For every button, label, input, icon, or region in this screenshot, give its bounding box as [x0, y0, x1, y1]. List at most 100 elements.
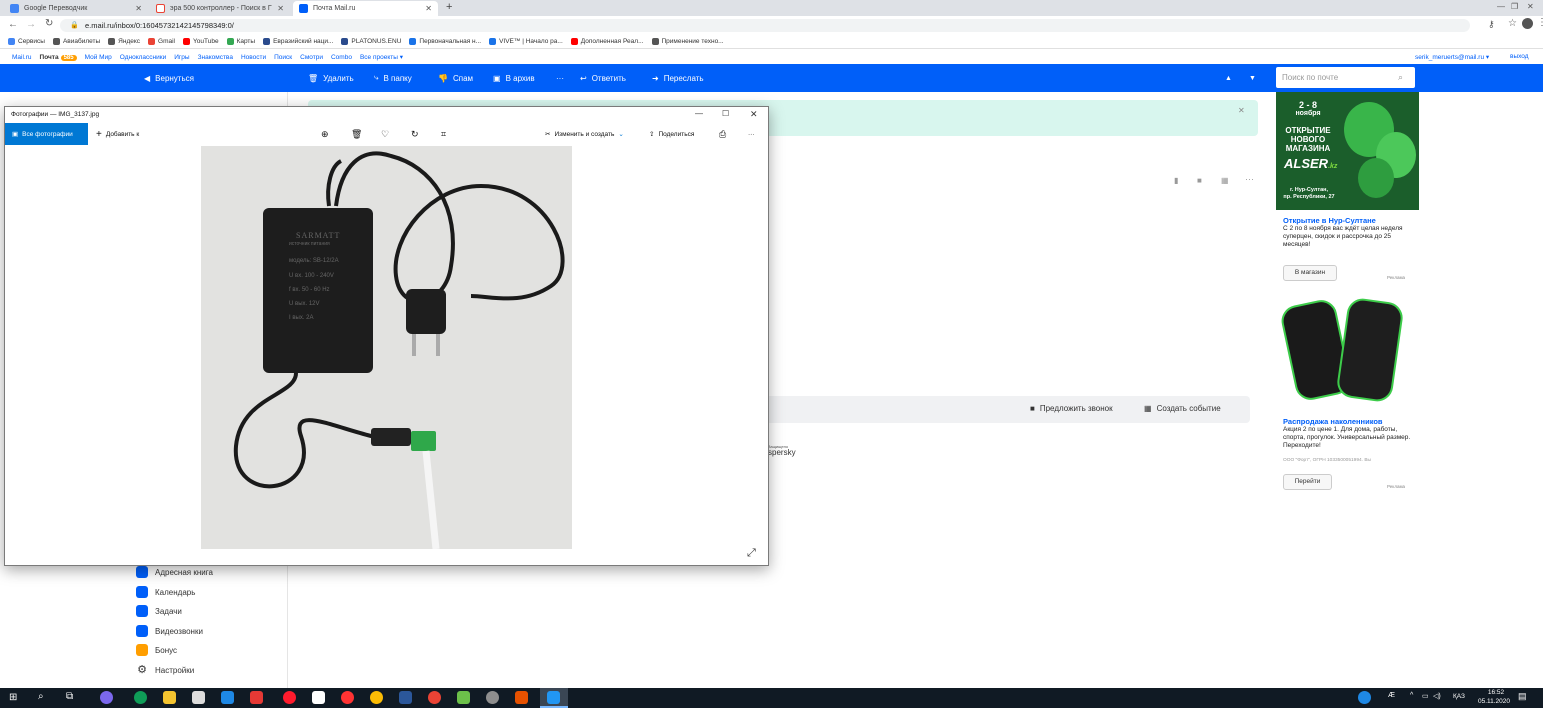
bookmark-item[interactable]: Дополненная Реал...: [570, 38, 644, 45]
app3-icon[interactable]: [486, 691, 499, 704]
delete-photo-button[interactable]: 🗑: [351, 123, 362, 145]
forward-arrow-icon[interactable]: →: [26, 19, 36, 30]
bookmark-item[interactable]: Яндекс: [108, 38, 140, 45]
restore-icon[interactable]: ❐: [1511, 2, 1518, 11]
task-view-icon[interactable]: ⧉: [66, 691, 73, 702]
clock-time[interactable]: 16:52: [1478, 689, 1514, 696]
tray-chevron-icon[interactable]: ^: [1410, 692, 1413, 699]
bookmark-item[interactable]: Применение техно...: [651, 38, 724, 45]
menu-kebab-icon[interactable]: ⋮: [1537, 17, 1543, 28]
word-icon[interactable]: [399, 691, 412, 704]
bookmark-item[interactable]: PLATONUS.ENU: [341, 38, 401, 45]
create-event-button[interactable]: ▦ Создать событие: [1144, 404, 1221, 413]
share-button[interactable]: ⇪ Поделиться: [649, 123, 694, 145]
profile-icon[interactable]: [1522, 18, 1533, 29]
ad1-shop-button[interactable]: В магазин: [1283, 265, 1337, 281]
zoom-button[interactable]: ⊕: [321, 123, 329, 145]
sidebar-item-video-calls[interactable]: Видеозвонки: [136, 625, 203, 637]
ad2-go-button[interactable]: Перейти: [1283, 474, 1332, 490]
tab-mail[interactable]: Почта Mail.ru ✕: [293, 1, 438, 16]
clock-date[interactable]: 05.11.2020: [1474, 698, 1514, 705]
language-indicator[interactable]: ҚАЗ: [1453, 693, 1465, 700]
spam-button[interactable]: 👎 Спам: [438, 64, 473, 92]
all-photos-button[interactable]: ▣ Все фотографии: [5, 123, 88, 145]
bookmark-item[interactable]: Gmail: [148, 38, 175, 45]
network-icon[interactable]: ▭: [1422, 692, 1429, 700]
logout-link[interactable]: выход: [1510, 53, 1529, 60]
bookmark-item[interactable]: Карты: [226, 38, 255, 45]
portal-link-mail[interactable]: Почта 585: [40, 54, 77, 61]
prev-letter-button[interactable]: ▲: [1225, 64, 1232, 92]
archive-button[interactable]: ▣ В архив: [493, 64, 535, 92]
portal-link-ok[interactable]: Одноклассники: [120, 54, 166, 61]
bookmark-icon[interactable]: ▮: [1174, 176, 1178, 185]
user-email-link[interactable]: serik_meruerts@mail.ru ▾: [1415, 53, 1489, 61]
close-icon[interactable]: ✕: [1238, 106, 1245, 115]
sidebar-item-settings[interactable]: ⚙ Настройки: [136, 664, 194, 676]
yandex-icon[interactable]: [341, 691, 354, 704]
opera-icon[interactable]: [283, 691, 296, 704]
portal-link-myworld[interactable]: Мой Мир: [85, 54, 112, 61]
portal-link-combo[interactable]: Combo: [331, 54, 352, 61]
edge-icon[interactable]: [134, 691, 147, 704]
mail-icon[interactable]: [221, 691, 234, 704]
add-to-button[interactable]: + Добавить к: [96, 123, 139, 145]
search-icon[interactable]: ⌕: [1398, 72, 1403, 83]
close-icon[interactable]: ✕: [135, 4, 142, 13]
portal-link-games[interactable]: Игры: [174, 54, 189, 61]
new-tab-button[interactable]: +: [446, 1, 452, 13]
people-icon[interactable]: Ӕ: [1388, 692, 1395, 699]
back-button[interactable]: ◀ Вернуться: [144, 64, 194, 92]
portal-link-all-projects[interactable]: Все проекты ▾: [360, 53, 403, 61]
notepad-icon[interactable]: [312, 691, 325, 704]
photos-icon[interactable]: [547, 691, 560, 704]
teams-icon[interactable]: [100, 691, 113, 704]
help-icon[interactable]: [1358, 691, 1371, 704]
minimize-icon[interactable]: —: [1497, 2, 1505, 11]
volume-icon[interactable]: ◁): [1433, 692, 1441, 700]
portal-link-dating[interactable]: Знакомства: [198, 54, 233, 61]
start-icon[interactable]: ⊞: [9, 692, 17, 703]
portal-link-news[interactable]: Новости: [241, 54, 266, 61]
portal-link-search[interactable]: Поиск: [274, 54, 292, 61]
sidebar-item-bonus[interactable]: Бонус: [136, 644, 177, 656]
edit-create-button[interactable]: ✂ Изменить и создать ⌄: [545, 123, 624, 145]
close-icon[interactable]: ✕: [425, 4, 432, 13]
crop-button[interactable]: ⌗: [441, 123, 446, 145]
explorer-icon[interactable]: [163, 691, 176, 704]
bookmark-item[interactable]: Первоначальная н...: [409, 38, 481, 45]
bookmark-item[interactable]: VIVE™ | Начало ра...: [489, 38, 563, 45]
rotate-button[interactable]: ↻: [411, 123, 419, 145]
favorite-button[interactable]: ♡: [381, 123, 389, 145]
more-options-button[interactable]: ···: [748, 123, 755, 145]
store-icon[interactable]: [192, 691, 205, 704]
bookmark-item[interactable]: Евразийский наци...: [263, 38, 333, 45]
bookmark-item[interactable]: Авиабилеты: [52, 38, 100, 45]
print-button[interactable]: ⎙: [719, 123, 726, 145]
notifications-icon[interactable]: ▤: [1518, 691, 1527, 702]
fullscreen-expand-icon[interactable]: ⤢: [747, 547, 756, 560]
forward-button[interactable]: ➜ Переслать: [652, 64, 704, 92]
calendar-icon[interactable]: ▦: [1221, 176, 1229, 185]
app4-icon[interactable]: [515, 691, 528, 704]
tab-search[interactable]: эра 500 контроллер - Поиск в Г ✕: [150, 1, 290, 16]
video-icon[interactable]: ■: [1197, 176, 1202, 185]
maximize-icon[interactable]: ☐: [722, 109, 729, 118]
minimize-icon[interactable]: —: [695, 109, 703, 118]
address-input[interactable]: 🔒 e.mail.ru/inbox/0:16045732142145798349…: [60, 19, 1470, 32]
reload-icon[interactable]: ↻: [45, 18, 53, 29]
delete-button[interactable]: 🗑 Удалить: [308, 64, 354, 92]
reply-button[interactable]: ↩ Ответить: [580, 64, 626, 92]
bookmark-item[interactable]: Сервисы: [8, 38, 45, 45]
bookmark-star-icon[interactable]: ☆: [1508, 18, 1517, 29]
portal-link-watch[interactable]: Смотри: [300, 54, 323, 61]
next-letter-button[interactable]: ▼: [1249, 64, 1256, 92]
back-arrow-icon[interactable]: ←: [8, 19, 18, 30]
move-to-folder-button[interactable]: ⤷ В папку: [374, 64, 412, 92]
app2-icon[interactable]: [457, 691, 470, 704]
alser-banner[interactable]: 2 - 8 ноября ОТКРЫТИЕ НОВОГО МАГАЗИНА AL…: [1276, 92, 1419, 210]
sidebar-item-calendar[interactable]: Календарь: [136, 586, 195, 598]
bookmark-item[interactable]: YouTube: [183, 38, 219, 45]
sidebar-item-tasks[interactable]: Задачи: [136, 605, 182, 617]
close-icon[interactable]: ✕: [277, 4, 284, 13]
